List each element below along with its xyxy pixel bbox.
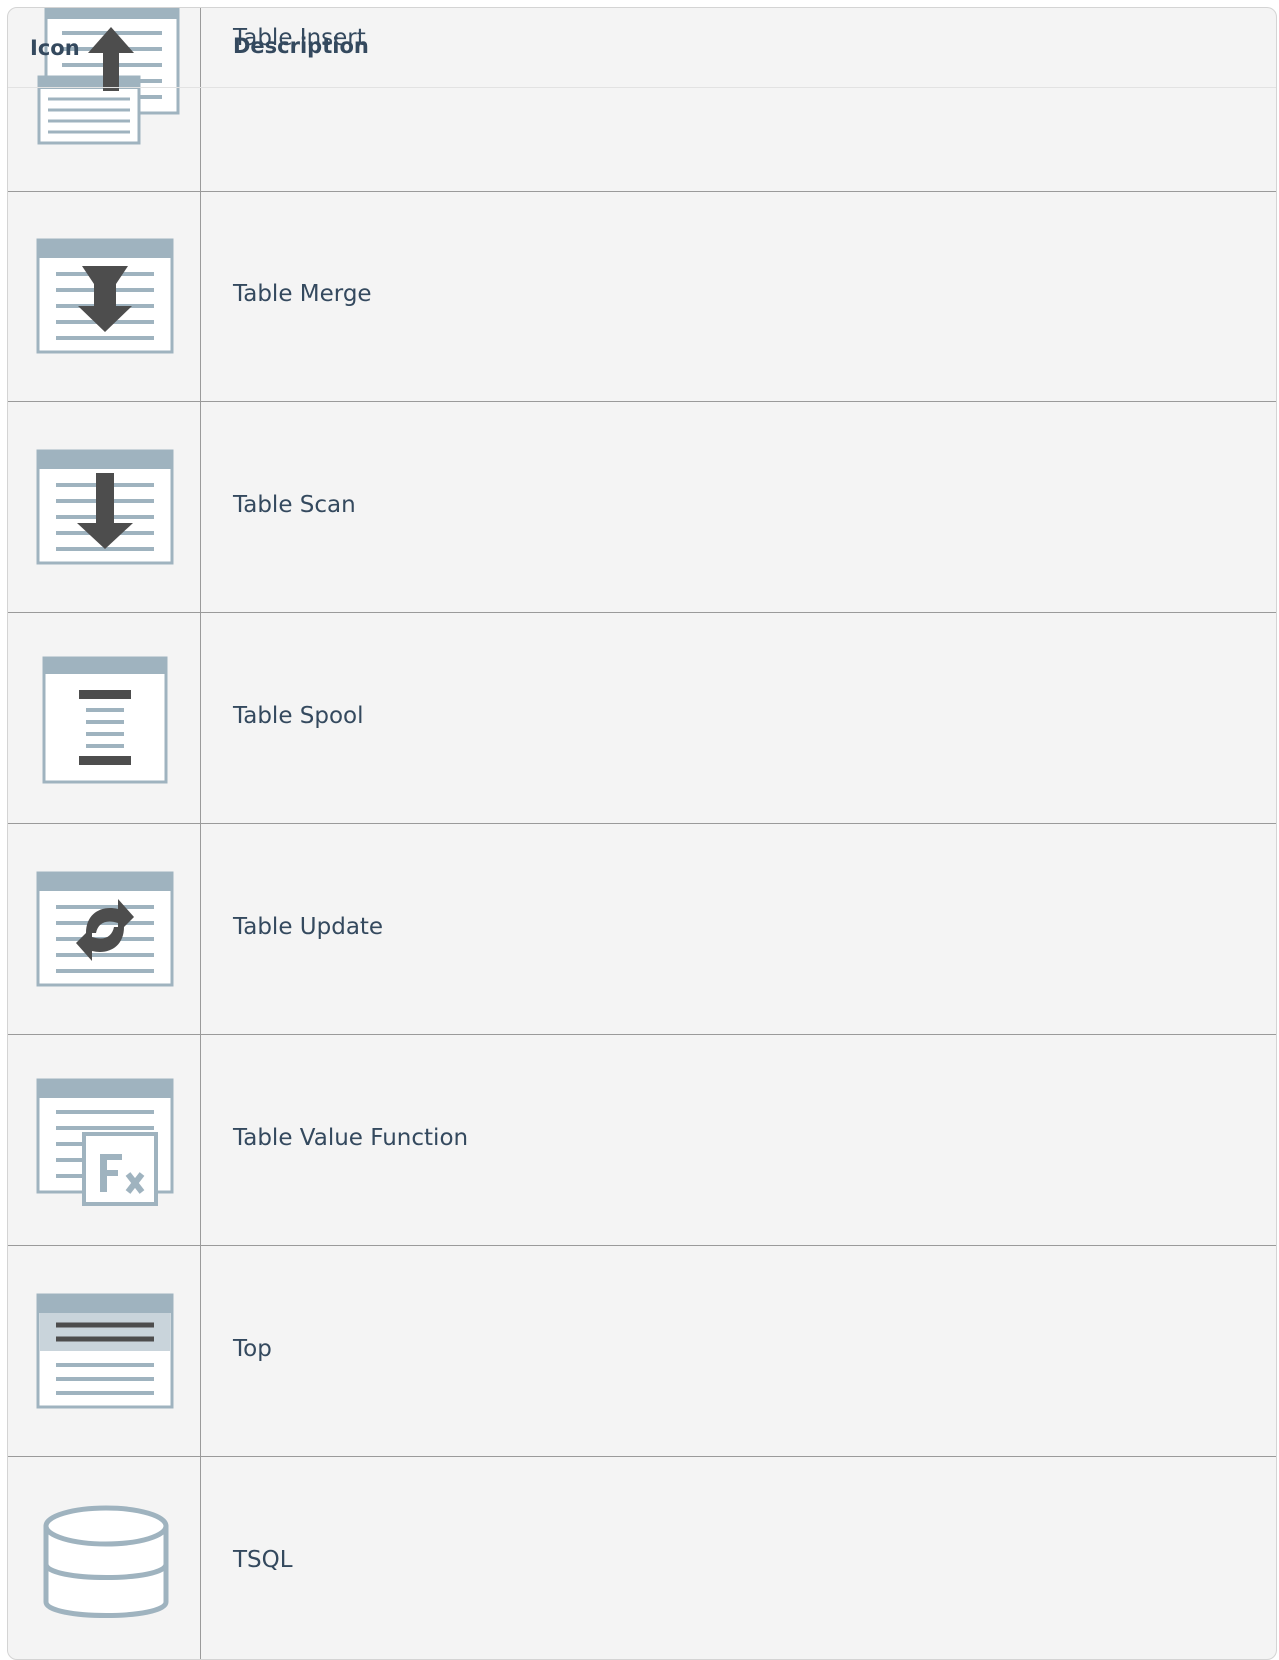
table-row: Table Scan [8, 402, 1276, 613]
icon-cell [8, 1246, 200, 1456]
row-description: Table Value Function [233, 1125, 469, 1151]
table-row: Table Value Function [8, 1035, 1276, 1246]
table-header: Icon Description [8, 8, 1276, 88]
table-row: TSQL [8, 1457, 1276, 1659]
table-row: Table Update [8, 824, 1276, 1035]
icon-cell [8, 402, 200, 612]
table-row: Table Spool [8, 613, 1276, 824]
row-description: Table Spool [233, 703, 364, 729]
table-merge-icon [36, 238, 174, 354]
row-description: Table Merge [233, 281, 372, 307]
table-value-function-icon [36, 1078, 174, 1206]
tsql-icon [43, 1505, 169, 1618]
table-spool-icon [42, 656, 168, 784]
table-row: Top [8, 1246, 1276, 1457]
row-description: TSQL [233, 1547, 293, 1573]
top-icon [36, 1293, 174, 1409]
icon-cell [8, 1035, 200, 1245]
table-update-icon [36, 871, 174, 987]
table-scan-icon [36, 449, 174, 565]
row-description: Table Scan [233, 492, 356, 518]
icon-cell [8, 824, 200, 1034]
row-description: Top [233, 1336, 272, 1362]
icon-cell [8, 613, 200, 823]
header-icon-column: Icon [30, 36, 80, 60]
row-description: Table Update [233, 914, 384, 940]
icon-cell [8, 191, 200, 401]
table-row: Table Merge [8, 191, 1276, 402]
operators-table: Table Insert Icon Description Table Merg… [7, 7, 1277, 1660]
icon-cell [8, 1457, 200, 1659]
header-description-column: Description [233, 34, 369, 58]
